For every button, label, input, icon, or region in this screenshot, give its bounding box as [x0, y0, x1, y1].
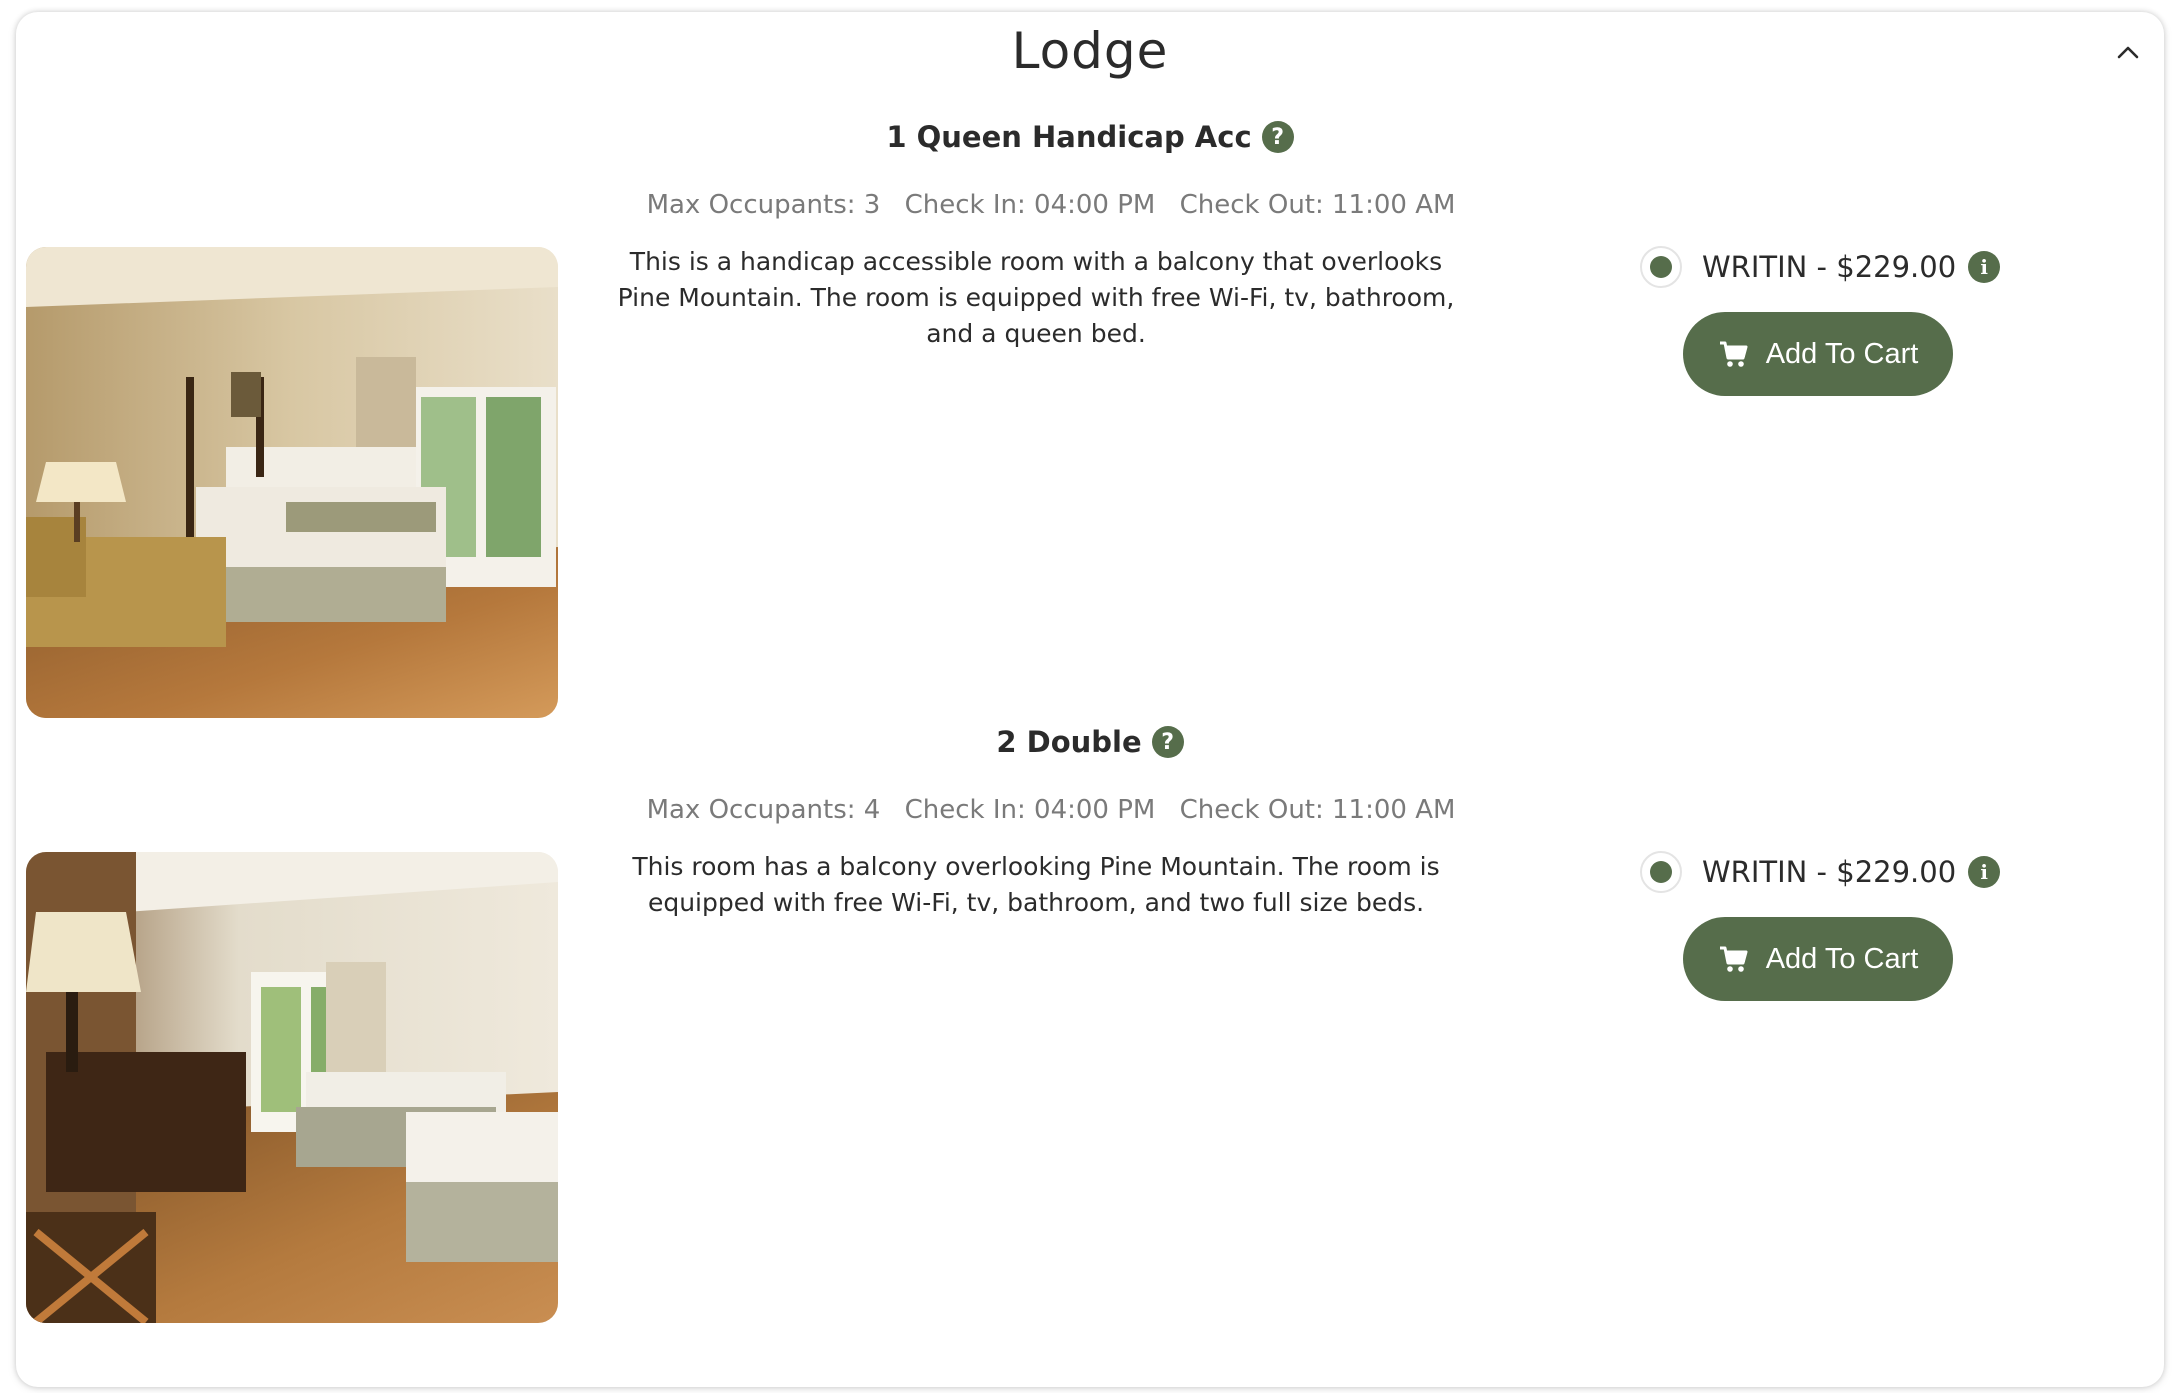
section-title: Lodge: [1011, 22, 1169, 80]
room-name: 1 Queen Handicap Acc: [886, 120, 1252, 154]
room-photo[interactable]: [26, 852, 558, 1323]
add-to-cart-label: Add To Cart: [1765, 942, 1919, 975]
rate-option[interactable]: WRITIN - $229.00 i: [1640, 851, 2001, 893]
cart-icon: [1719, 341, 1748, 367]
check-out-time: Check Out: 11:00 AM: [1179, 795, 1456, 825]
info-icon[interactable]: i: [1968, 856, 2001, 888]
rate-radio[interactable]: [1640, 246, 1682, 288]
room-photo-image: [26, 247, 558, 718]
room-meta: Max Occupants: 4 Check In: 04:00 PM Chec…: [16, 795, 2086, 825]
check-out-time: Check Out: 11:00 AM: [1179, 190, 1456, 220]
lodge-section-card: Lodge 1 Queen Handicap Acc ? Max Occupan…: [16, 12, 2164, 1387]
room-photo[interactable]: [26, 247, 558, 718]
check-in-time: Check In: 04:00 PM: [904, 795, 1156, 825]
rate-radio[interactable]: [1640, 851, 1682, 893]
collapse-button[interactable]: [2108, 32, 2148, 72]
max-occupants: Max Occupants: 4: [646, 795, 881, 825]
room-photo-image: [26, 852, 558, 1323]
room-description: This room has a balcony overlooking Pine…: [632, 852, 1440, 917]
add-to-cart-button[interactable]: Add To Cart: [1683, 312, 1953, 396]
add-to-cart-label: Add To Cart: [1765, 337, 1919, 370]
room-name-row: 2 Double ?: [16, 725, 2164, 759]
rate-option[interactable]: WRITIN - $229.00 i: [1640, 246, 2001, 288]
room-name: 2 Double: [996, 725, 1142, 759]
add-to-cart-button[interactable]: Add To Cart: [1683, 917, 1953, 1001]
max-occupants: Max Occupants: 3: [646, 190, 881, 220]
rate-label: WRITIN - $229.00: [1702, 250, 1957, 284]
room-meta: Max Occupants: 3 Check In: 04:00 PM Chec…: [16, 190, 2086, 220]
radio-selected-dot: [1650, 256, 1672, 278]
check-in-time: Check In: 04:00 PM: [904, 190, 1156, 220]
help-icon[interactable]: ?: [1261, 121, 1294, 153]
help-icon[interactable]: ?: [1151, 726, 1184, 758]
cart-icon: [1719, 946, 1748, 972]
room-description: This is a handicap accessible room with …: [617, 247, 1455, 348]
room-name-row: 1 Queen Handicap Acc ?: [16, 120, 2164, 154]
radio-selected-dot: [1650, 861, 1672, 883]
rate-label: WRITIN - $229.00: [1702, 855, 1957, 889]
info-icon[interactable]: i: [1968, 251, 2001, 283]
chevron-up-icon: [2117, 46, 2139, 59]
